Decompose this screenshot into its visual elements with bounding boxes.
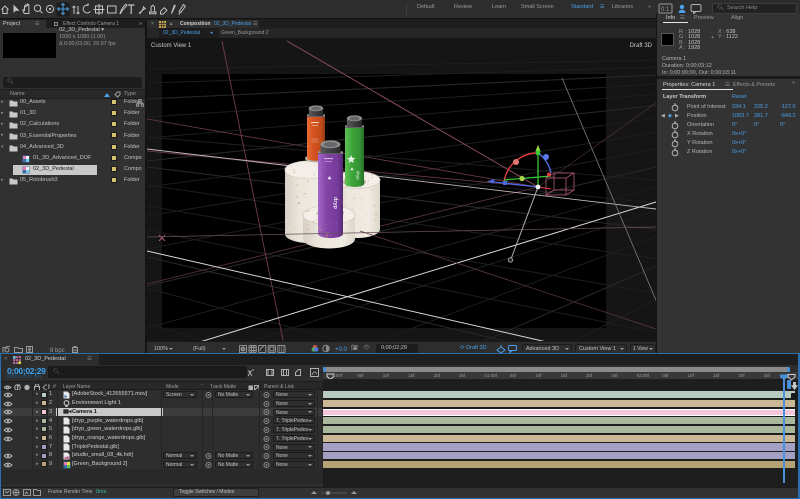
svg-text:0:1: 0:1 <box>661 7 670 13</box>
svg-text:Draft 3D: Draft 3D <box>630 43 653 49</box>
svg-text:Custom View 1: Custom View 1 <box>151 43 192 49</box>
svg-text:dryp: dryp <box>356 171 361 180</box>
svg-text:dryp: dryp <box>332 197 338 210</box>
